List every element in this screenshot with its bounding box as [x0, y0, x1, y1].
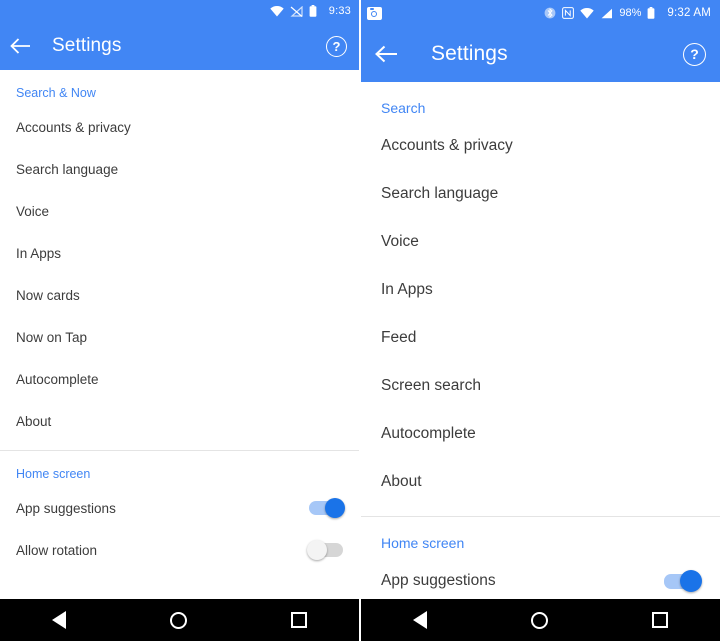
wifi-icon [270, 5, 284, 17]
section-header-home-screen: Home screen [16, 467, 91, 481]
list-item-feed[interactable]: Feed [361, 314, 720, 362]
status-bar-icons-right: 98% 9:32 AM [544, 7, 711, 19]
list-item-label: Now cards [16, 287, 80, 303]
help-icon[interactable]: ? [683, 42, 706, 66]
list-item-about[interactable]: About [0, 400, 359, 442]
list-item-label: Search language [16, 161, 119, 177]
dual-screenshot-comparison: 9:33 Settings ? Search & Now Accounts & … [0, 0, 720, 641]
list-item-label: In Apps [381, 281, 433, 298]
settings-list-left: Search & Now Accounts & privacy Search l… [0, 70, 359, 599]
status-bar-left: 9:33 [0, 0, 359, 22]
battery-percent-label: 98% [619, 7, 642, 19]
list-item-now-on-tap[interactable]: Now on Tap [0, 316, 359, 358]
list-item-voice[interactable]: Voice [0, 190, 359, 232]
list-item-allow-rotation[interactable]: Allow rotation [0, 529, 359, 571]
app-bar-left: Settings ? [0, 22, 359, 70]
toggle-knob [325, 498, 345, 518]
list-item-search-language[interactable]: Search language [0, 148, 359, 190]
section-header-home-screen: Home screen [381, 535, 465, 551]
nav-recents-icon[interactable] [291, 612, 307, 628]
list-item-accounts-privacy[interactable]: Accounts & privacy [361, 122, 720, 170]
list-item-label: Voice [381, 233, 419, 250]
list-item-about[interactable]: About [361, 458, 720, 506]
list-item-label: In Apps [16, 245, 62, 261]
nav-back-icon[interactable] [52, 611, 66, 629]
list-item-now-cards[interactable]: Now cards [0, 274, 359, 316]
list-item-label: Allow rotation [16, 542, 98, 558]
list-item-label: About [16, 413, 52, 429]
list-item-label: App suggestions [381, 572, 496, 589]
page-title: Settings [52, 35, 122, 56]
app-bar-right: Settings ? [361, 26, 720, 82]
list-item-label: Screen search [381, 377, 481, 394]
phone-screen-right: 98% 9:32 AM Settings ? Search Accounts &… [361, 0, 720, 641]
arrow-back-icon[interactable] [10, 37, 32, 55]
toggle-app-suggestions[interactable] [664, 570, 702, 592]
list-item-label: Voice [16, 203, 50, 219]
bluetooth-icon [544, 7, 556, 19]
list-item-label: Autocomplete [381, 425, 476, 442]
list-item-label: Now on Tap [16, 329, 88, 345]
status-time-right: 9:32 AM [667, 7, 711, 19]
list-item-voice[interactable]: Voice [361, 218, 720, 266]
status-bar-right: 98% 9:32 AM [361, 0, 720, 26]
list-item-app-suggestions[interactable]: App suggestions [361, 557, 720, 599]
list-item-label: Accounts & privacy [16, 119, 131, 135]
status-bar-icons-left: 9:33 [270, 5, 351, 17]
nav-recents-icon[interactable] [652, 612, 668, 628]
nav-home-icon[interactable] [531, 611, 548, 629]
list-item-in-apps[interactable]: In Apps [361, 266, 720, 314]
toggle-allow-rotation[interactable] [307, 540, 343, 560]
list-item-in-apps[interactable]: In Apps [0, 232, 359, 274]
settings-list-right: Search Accounts & privacy Search languag… [361, 82, 720, 599]
navigation-bar-left [0, 599, 359, 641]
battery-icon [647, 7, 655, 19]
list-item-autocomplete[interactable]: Autocomplete [0, 358, 359, 400]
section-header-search: Search [381, 100, 426, 116]
list-item-label: About [381, 473, 422, 490]
toggle-app-suggestions[interactable] [309, 498, 345, 518]
battery-icon [309, 5, 317, 17]
status-time-left: 9:33 [328, 5, 351, 17]
help-icon[interactable]: ? [326, 35, 347, 57]
list-item-search-language[interactable]: Search language [361, 170, 720, 218]
wifi-icon [580, 7, 595, 19]
nav-home-icon[interactable] [170, 611, 187, 629]
phone-screen-left: 9:33 Settings ? Search & Now Accounts & … [0, 0, 359, 641]
list-item-screen-search[interactable]: Screen search [361, 362, 720, 410]
list-item-label: Autocomplete [16, 371, 99, 387]
arrow-back-icon[interactable] [375, 44, 399, 64]
list-item-label: Accounts & privacy [381, 137, 513, 154]
signal-icon [600, 8, 613, 19]
list-item-autocomplete[interactable]: Autocomplete [361, 410, 720, 458]
navigation-bar-right [361, 599, 720, 641]
list-item-label: App suggestions [16, 500, 116, 516]
list-item-label: Feed [381, 329, 417, 346]
toggle-knob [307, 540, 327, 560]
list-item-label: Search language [381, 185, 499, 202]
signal-off-icon [290, 5, 303, 17]
page-title: Settings [431, 42, 508, 65]
status-bar-notifications-right [367, 6, 544, 20]
toggle-knob [680, 570, 702, 592]
list-item-accounts-privacy[interactable]: Accounts & privacy [0, 106, 359, 148]
camera-notification-icon [367, 6, 382, 20]
section-header-search-and-now: Search & Now [16, 86, 96, 100]
nfc-icon [562, 7, 575, 19]
list-item-app-suggestions[interactable]: App suggestions [0, 487, 359, 529]
nav-back-icon[interactable] [413, 611, 427, 629]
